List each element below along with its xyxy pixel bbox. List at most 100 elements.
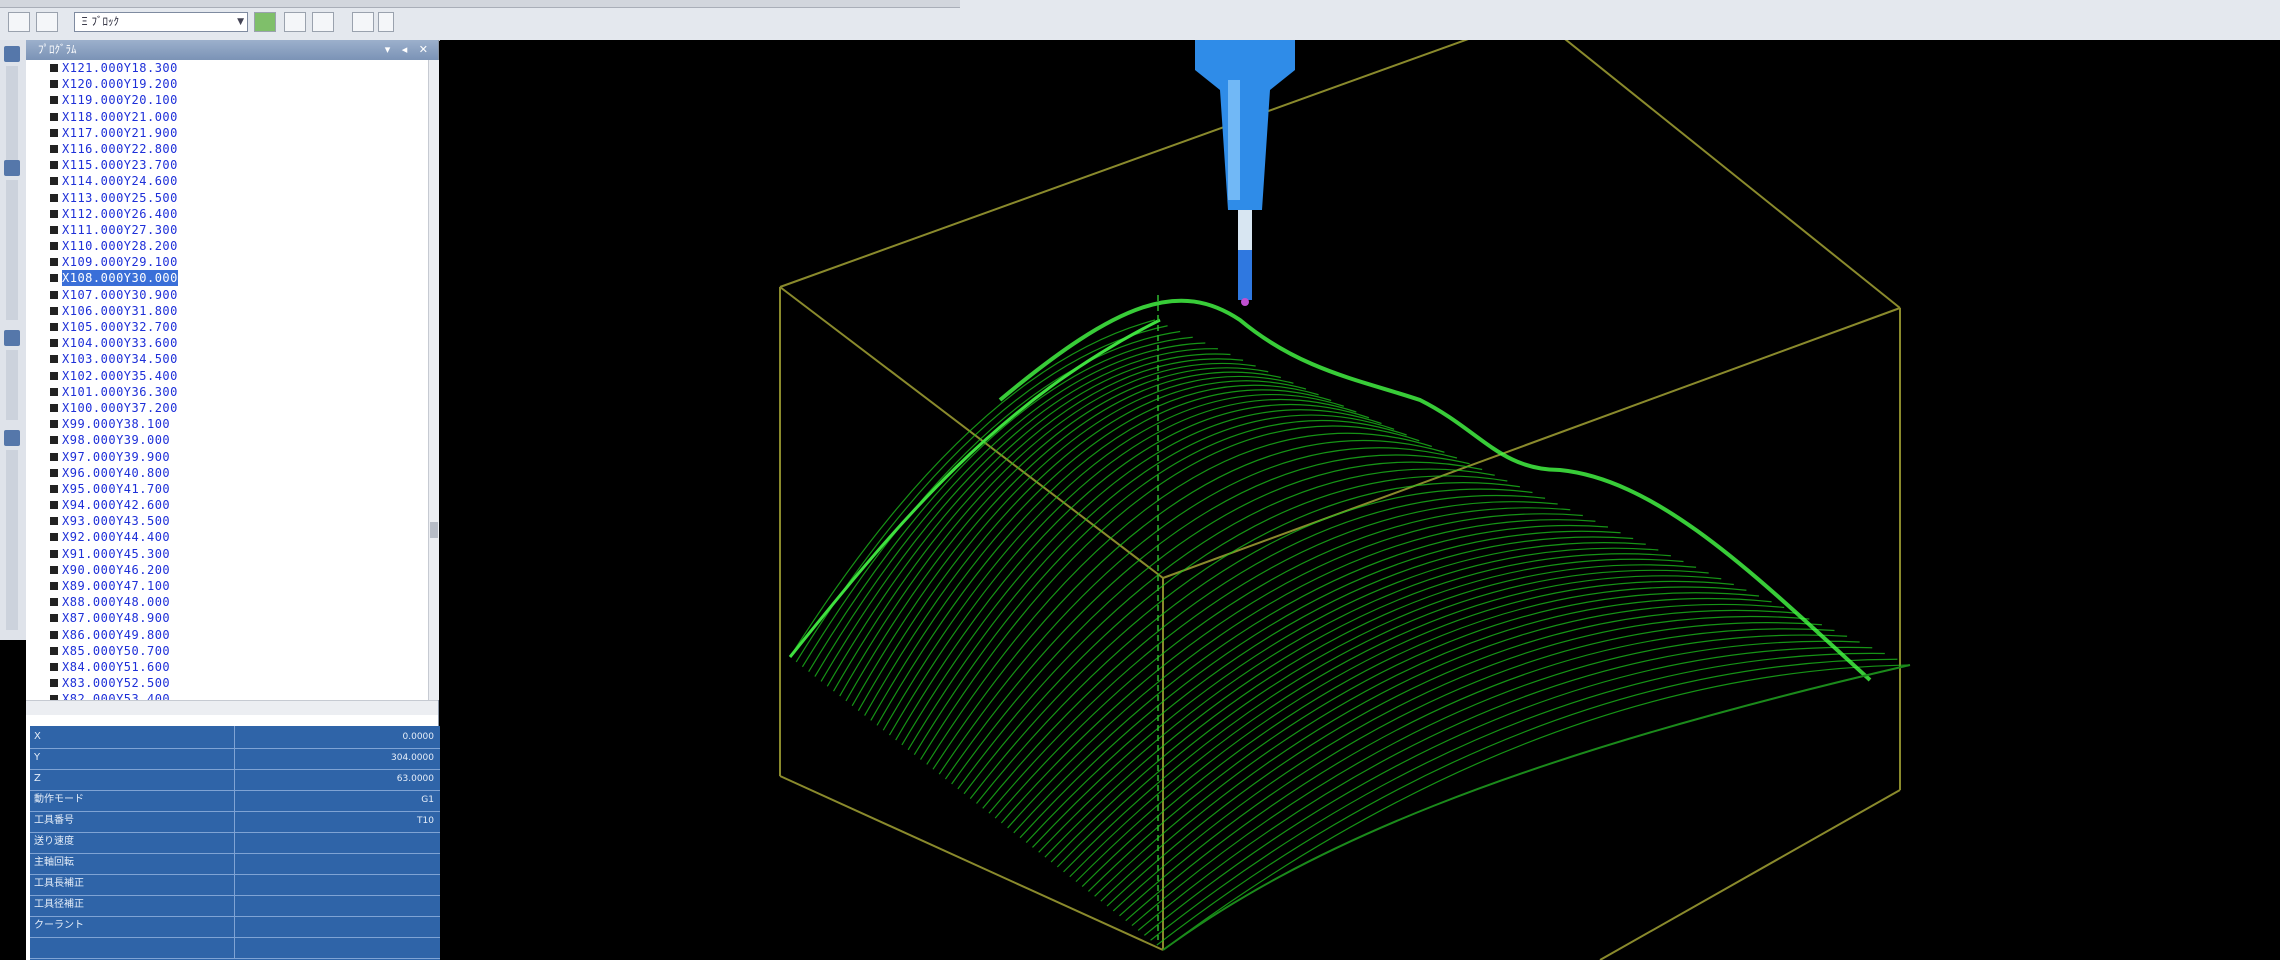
side-tab-program[interactable] (6, 66, 18, 166)
code-line[interactable]: X119.000Y20.100 (26, 92, 426, 108)
code-line[interactable]: X94.000Y42.600 (26, 497, 426, 513)
paste-icon[interactable] (312, 12, 334, 32)
property-row[interactable]: Y 304.0000 (30, 747, 440, 770)
code-line[interactable]: X83.000Y52.500 (26, 675, 426, 691)
property-label: クーラント (34, 915, 235, 937)
code-line-text: X99.000Y38.100 (62, 417, 171, 432)
code-line[interactable]: X105.000Y32.700 (26, 319, 426, 335)
property-row[interactable]: 主軸回転 (30, 852, 440, 875)
property-row[interactable]: X 0.0000 (30, 726, 440, 749)
property-row[interactable]: 工具径補正 (30, 894, 440, 917)
side-tab-settings[interactable] (6, 450, 18, 630)
code-line-text: X93.000Y43.500 (62, 514, 171, 529)
code-line[interactable]: X91.000Y45.300 (26, 546, 426, 562)
tool-icon[interactable] (4, 160, 20, 176)
block-marker-icon (50, 565, 58, 574)
code-line[interactable]: X99.000Y38.100 (26, 416, 426, 432)
panel-buttons[interactable]: ▾ ◂ ✕ (385, 40, 432, 60)
3d-viewport[interactable] (440, 40, 2280, 960)
code-line[interactable]: X116.000Y22.800 (26, 141, 426, 157)
code-line[interactable]: X84.000Y51.600 (26, 659, 426, 675)
code-line[interactable]: X115.000Y23.700 (26, 157, 426, 173)
code-line[interactable]: X118.000Y21.000 (26, 109, 426, 125)
vertical-scrollbar[interactable] (428, 60, 439, 700)
copy-icon[interactable] (284, 12, 306, 32)
property-row[interactable]: 工具番号 T10 (30, 810, 440, 833)
grid-icon[interactable] (4, 430, 20, 446)
code-line-text: X107.000Y30.900 (62, 287, 178, 302)
property-row[interactable] (30, 936, 440, 959)
save-icon[interactable] (36, 12, 58, 32)
code-line[interactable]: X87.000Y48.900 (26, 610, 426, 626)
toolpath-scene[interactable] (440, 40, 2280, 960)
code-line[interactable]: X112.000Y26.400 (26, 206, 426, 222)
property-row[interactable]: クーラント (30, 915, 440, 938)
code-line[interactable]: X120.000Y19.200 (26, 76, 426, 92)
code-line[interactable]: X103.000Y34.500 (26, 351, 426, 367)
side-tab-tool[interactable] (6, 180, 18, 320)
code-line[interactable]: X96.000Y40.800 (26, 465, 426, 481)
code-line[interactable]: X107.000Y30.900 (26, 287, 426, 303)
code-list[interactable]: X121.000Y18.300 X120.000Y19.200 X119.000Y2… (26, 60, 426, 700)
code-line-text: X114.000Y24.600 (62, 174, 178, 189)
layer-icon[interactable] (4, 330, 20, 346)
open-icon[interactable] (8, 12, 30, 32)
code-line-text: X109.000Y29.100 (62, 255, 178, 270)
horizontal-scrollbar[interactable] (26, 700, 438, 715)
code-line[interactable]: X98.000Y39.000 (26, 432, 426, 448)
code-line[interactable]: X101.000Y36.300 (26, 384, 426, 400)
dropdown-icon[interactable] (378, 12, 394, 32)
block-marker-icon (50, 258, 58, 267)
property-row[interactable]: 工具長補正 (30, 873, 440, 896)
code-line[interactable]: X102.000Y35.400 (26, 368, 426, 384)
code-line[interactable]: X92.000Y44.400 (26, 529, 426, 545)
property-row[interactable]: Z 63.0000 (30, 768, 440, 791)
bounding-box-edge (779, 286, 1164, 579)
code-line[interactable]: X82.000Y53.400 (26, 691, 426, 700)
property-label: 工具番号 (34, 810, 235, 832)
code-line[interactable]: X111.000Y27.300 (26, 222, 426, 238)
code-line-text: X101.000Y36.300 (62, 384, 178, 399)
toolpath-line (944, 454, 1470, 780)
code-line[interactable]: X100.000Y37.200 (26, 400, 426, 416)
code-line[interactable]: X97.000Y39.900 (26, 449, 426, 465)
property-grid: X 0.0000 Y 304.0000 Z 63.0000 動作モード G1 工具番号 T10 送り… (30, 726, 440, 960)
view-select[interactable]: Ξ ﾌﾞﾛｯｸ ▼ (74, 12, 248, 32)
code-line[interactable]: X106.000Y31.800 (26, 303, 426, 319)
block-marker-icon (50, 517, 58, 526)
code-line[interactable]: X89.000Y47.100 (26, 578, 426, 594)
block-marker-icon (50, 128, 58, 137)
block-marker-icon (50, 306, 58, 315)
code-line[interactable]: X93.000Y43.500 (26, 513, 426, 529)
code-line[interactable]: X88.000Y48.000 (26, 594, 426, 610)
code-line[interactable]: X117.000Y21.900 (26, 125, 426, 141)
block-marker-icon (50, 420, 58, 429)
code-line[interactable]: X108.000Y30.000 (26, 270, 426, 287)
block-marker-icon (50, 646, 58, 655)
code-line[interactable]: X86.000Y49.800 (26, 627, 426, 643)
code-line[interactable]: X95.000Y41.700 (26, 481, 426, 497)
property-row[interactable]: 動作モード G1 (30, 789, 440, 812)
code-line-text: X87.000Y48.900 (62, 611, 171, 626)
code-line-text: X120.000Y19.200 (62, 77, 178, 92)
property-value: T10 (417, 816, 434, 826)
color-icon[interactable] (254, 12, 276, 32)
block-marker-icon (50, 679, 58, 688)
code-line[interactable]: X104.000Y33.600 (26, 335, 426, 351)
code-line[interactable]: X110.000Y28.200 (26, 238, 426, 254)
property-row[interactable]: 送り速度 (30, 831, 440, 854)
code-line[interactable]: X90.000Y46.200 (26, 562, 426, 578)
code-line[interactable]: X113.000Y25.500 (26, 190, 426, 206)
toolpath-line (1131, 634, 1848, 927)
scroll-thumb[interactable] (430, 522, 438, 538)
code-line[interactable]: X121.000Y18.300 (26, 60, 426, 76)
side-tab-layer[interactable] (6, 350, 18, 420)
code-line-text: X97.000Y39.900 (62, 449, 171, 464)
toolpath-line (832, 358, 1244, 692)
code-line[interactable]: X114.000Y24.600 (26, 173, 426, 189)
print-icon[interactable] (352, 12, 374, 32)
code-line[interactable]: X109.000Y29.100 (26, 254, 426, 270)
program-icon[interactable] (4, 46, 20, 62)
property-label: 主軸回転 (34, 852, 235, 874)
code-line[interactable]: X85.000Y50.700 (26, 643, 426, 659)
